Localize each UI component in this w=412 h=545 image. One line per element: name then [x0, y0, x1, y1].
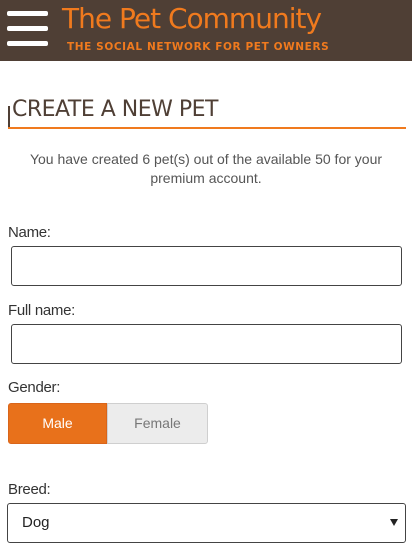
page-title: CREATE A NEW PET	[12, 97, 218, 122]
app-header: The Pet Community THE SOCIAL NETWORK FOR…	[0, 0, 412, 61]
gender-male-button[interactable]: Male	[8, 403, 107, 444]
gender-label: Gender:	[8, 379, 61, 396]
site-tagline: THE SOCIAL NETWORK FOR PET OWNERS	[67, 41, 330, 53]
site-title[interactable]: The Pet Community	[62, 2, 322, 35]
full-name-label: Full name:	[8, 302, 76, 319]
heading-accent-bar	[8, 106, 10, 129]
gender-toggle: Male Female	[8, 403, 208, 444]
breed-select[interactable]: Dog	[7, 503, 406, 543]
name-label: Name:	[8, 224, 51, 241]
breed-selected-value: Dog	[22, 514, 50, 531]
hamburger-menu-icon[interactable]	[7, 11, 48, 47]
caret-down-icon	[390, 519, 398, 526]
name-input[interactable]	[11, 246, 402, 286]
heading-underline	[8, 127, 406, 129]
pet-quota-message: You have created 6 pet(s) out of the ava…	[29, 151, 383, 186]
full-name-input[interactable]	[11, 324, 402, 364]
gender-female-button[interactable]: Female	[107, 403, 208, 444]
breed-label: Breed:	[8, 481, 51, 498]
